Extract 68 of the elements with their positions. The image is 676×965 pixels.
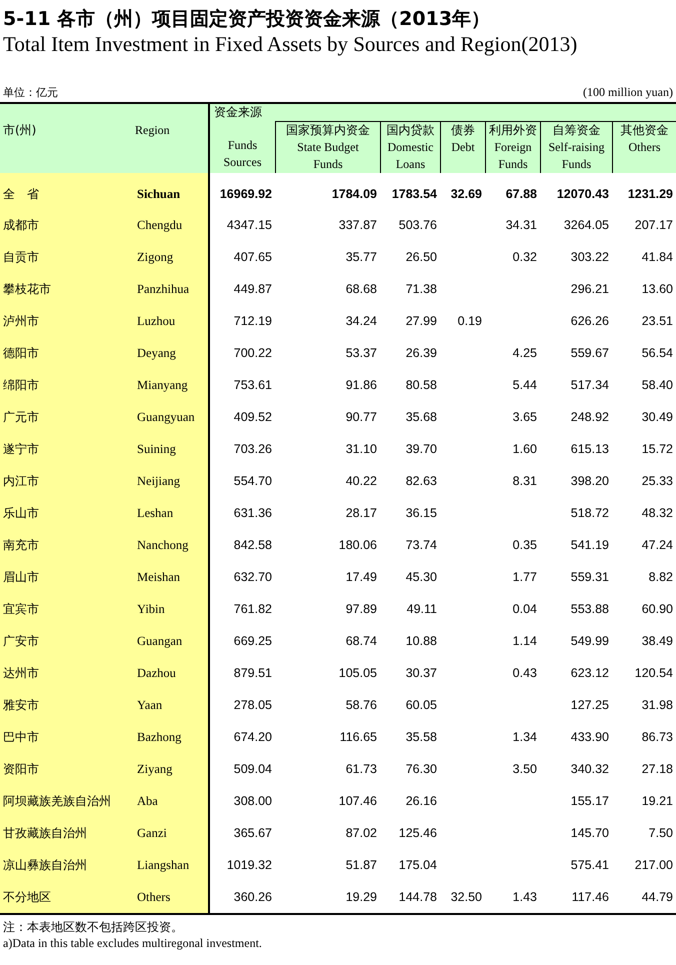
table-cell: 乐山市 <box>0 497 135 529</box>
table-cell: Ziyang <box>135 753 210 785</box>
table-cell: 遂宁市 <box>0 433 135 465</box>
header-label: 自筹资金 <box>552 122 602 139</box>
header-label: 其他资金 <box>620 122 670 139</box>
header-label: 国家预算内资金 <box>285 122 371 139</box>
header-label: 国内贷款 <box>386 122 436 139</box>
table-cell: Yaan <box>135 689 210 721</box>
table-cell: Mianyang <box>135 369 210 401</box>
table-cell: 成都市 <box>0 209 135 241</box>
table-cell: 攀枝花市 <box>0 273 135 305</box>
header-label: 市(州) <box>3 122 38 139</box>
header-label: State Budget Funds <box>296 139 360 173</box>
table-cell: Others <box>135 881 210 913</box>
table-cell: 眉山市 <box>0 561 135 593</box>
footnote-text: 注：本表地区数不包括跨区投资。 <box>3 920 183 934</box>
header-label: Funds Sources <box>222 137 262 171</box>
header-label: 资金来源 <box>214 104 263 121</box>
unit-label: 单位：亿元 <box>3 85 58 100</box>
table-cell: 内江市 <box>0 465 135 497</box>
table-cell: Guangyuan <box>135 401 210 433</box>
table-cell: Panzhihua <box>135 273 210 305</box>
header-label: Foreign Funds <box>493 139 533 173</box>
table-subtitle: Total Item Investment in Fixed Assets by Sources and Region(2013) <box>2 32 578 58</box>
header-label: Region <box>134 122 171 139</box>
table-cell: 资阳市 <box>0 753 135 785</box>
header-label: 债券 <box>450 122 476 139</box>
table-cell: Bazhong <box>135 721 210 753</box>
table-cell: 达州市 <box>0 657 135 689</box>
table-cell: Guangan <box>135 625 210 657</box>
table-cell: 阿坝藏族羌族自治州 <box>0 785 135 817</box>
table-cell: 雅安市 <box>0 689 135 721</box>
table-cell: Sichuan <box>135 173 210 209</box>
unit-label: (100 million yuan) <box>583 85 673 100</box>
table-cell: Zigong <box>135 241 210 273</box>
table-cell: Chengdu <box>135 209 210 241</box>
header-label: Domestic Loans <box>386 139 434 173</box>
table-cell: 绵阳市 <box>0 369 135 401</box>
table-cell: Nanchong <box>135 529 210 561</box>
table-cell: Yibin <box>135 593 210 625</box>
table-cell: Ganzi <box>135 817 210 849</box>
table-cell: Neijiang <box>135 465 210 497</box>
header-label: 利用外资 <box>488 122 538 139</box>
table-cell: Leshan <box>135 497 210 529</box>
table-cell: 广安市 <box>0 625 135 657</box>
table-cell: Luzhou <box>135 305 210 337</box>
table-cell: 不分地区 <box>0 881 135 913</box>
table-cell: 巴中市 <box>0 721 135 753</box>
table-cell: 自贡市 <box>0 241 135 273</box>
table-cell: 全 省 <box>0 173 135 209</box>
table-cell: 泸州市 <box>0 305 135 337</box>
table-cell: Aba <box>135 785 210 817</box>
footnote-text: a)Data in this table excludes multiregonal investment. <box>3 936 262 950</box>
header-label: Others <box>628 139 662 156</box>
table-cell: 宜宾市 <box>0 593 135 625</box>
table-title: 5-11 各市（州）项目固定资产投资资金来源（2013年） <box>2 7 492 32</box>
table-cell: 德阳市 <box>0 337 135 369</box>
table-cell: Meishan <box>135 561 210 593</box>
table-cell: Deyang <box>135 337 210 369</box>
table-cell: 广元市 <box>0 401 135 433</box>
header-label: Debt <box>450 139 476 156</box>
header-label: Self-raising Funds <box>548 139 606 173</box>
table-cell: 甘孜藏族自治州 <box>0 817 135 849</box>
table-cell: Dazhou <box>135 657 210 689</box>
table-cell: 南充市 <box>0 529 135 561</box>
table-cell: Liangshan <box>135 849 210 881</box>
table-cell: Suining <box>135 433 210 465</box>
table-cell: 凉山彝族自治州 <box>0 849 135 881</box>
